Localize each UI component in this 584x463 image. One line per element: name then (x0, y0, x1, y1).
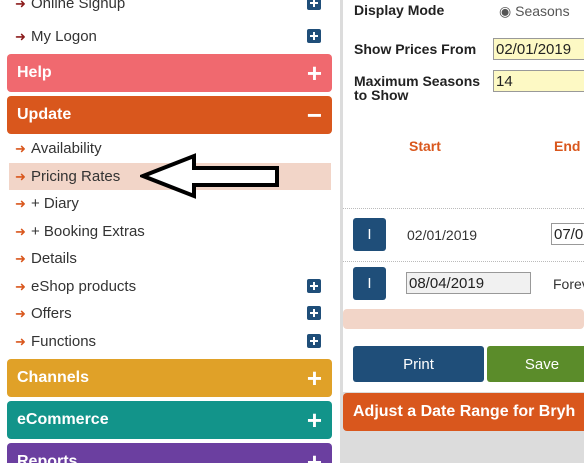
display-mode-label: Display Mode (354, 2, 445, 18)
sidebar-item-functions[interactable]: ➜ Functions (9, 328, 331, 355)
sidebar-item-label: My Logon (31, 28, 97, 45)
save-button[interactable]: Save (487, 346, 584, 382)
section-title: eCommerce (17, 411, 109, 428)
expand-plus-icon[interactable] (307, 0, 321, 10)
expand-plus-icon[interactable]: + (307, 401, 322, 439)
pricing-rates-panel: Display Mode ◉ Seasons Show Prices From … (343, 0, 584, 392)
row-end-date-input[interactable] (551, 223, 584, 245)
start-column-header: Start (409, 138, 441, 154)
sidebar-item-label: Online Signup (31, 0, 126, 12)
highlight-bar (343, 309, 584, 329)
annotation-arrow-icon (140, 153, 279, 199)
section-title: Help (17, 64, 52, 81)
row-divider (343, 208, 584, 209)
help-section-header[interactable]: Help + (7, 54, 332, 92)
sidebar-item-label: Offers (31, 305, 72, 322)
show-prices-from-label: Show Prices From (354, 41, 477, 57)
arrow-icon: ➜ (15, 250, 26, 266)
channels-section-header[interactable]: Channels + (7, 359, 332, 397)
reports-section-header[interactable]: Reports + (7, 443, 332, 463)
adjust-date-range-header[interactable]: Adjust a Date Range for Bryh (343, 393, 584, 431)
row-end-text: Forev (553, 276, 584, 292)
sidebar-item-my-logon[interactable]: ➜ My Logon (9, 23, 331, 50)
collapse-minus-icon[interactable]: − (307, 96, 322, 134)
sidebar-item-label: Functions (31, 333, 97, 350)
expand-plus-icon[interactable]: + (307, 359, 322, 397)
expand-plus-icon[interactable] (307, 334, 321, 348)
arrow-icon: ➜ (15, 195, 26, 211)
sidebar-item-eshop-products[interactable]: ➜ eShop products (9, 273, 331, 300)
section-title: Channels (17, 369, 90, 386)
sidebar-item-online-signup[interactable]: ➜ Online Signup (9, 0, 331, 17)
expand-plus-icon[interactable] (307, 306, 321, 320)
row-divider (343, 261, 584, 262)
info-button[interactable]: I (353, 218, 386, 251)
ecommerce-section-header[interactable]: eCommerce + (7, 401, 332, 439)
sidebar: ➜ Online Signup ➜ My Logon Help + Update… (0, 0, 340, 463)
sidebar-item-label: + Booking Extras (31, 223, 145, 240)
end-column-header: End (554, 138, 581, 154)
sidebar-item-details[interactable]: ➜ Details (9, 245, 331, 272)
expand-plus-icon[interactable] (307, 29, 321, 43)
update-section-header[interactable]: Update − (7, 96, 332, 134)
arrow-icon: ➜ (15, 278, 26, 294)
info-button[interactable]: I (353, 267, 386, 300)
arrow-icon: ➜ (15, 305, 26, 321)
row-start-date-input[interactable] (406, 272, 531, 294)
sidebar-item-booking-extras[interactable]: ➜ + Booking Extras (9, 218, 331, 245)
arrow-icon: ➜ (15, 28, 26, 44)
expand-plus-icon[interactable] (307, 279, 321, 293)
section-title: Reports (17, 453, 78, 463)
max-seasons-input[interactable] (493, 70, 584, 92)
arrow-icon: ➜ (15, 0, 26, 11)
sidebar-item-label: Details (31, 250, 77, 267)
print-button[interactable]: Print (353, 346, 484, 382)
display-mode-value[interactable]: ◉ Seasons (499, 3, 570, 20)
sidebar-item-label: eShop products (31, 278, 137, 295)
show-prices-from-input[interactable] (493, 38, 584, 60)
radio-icon: ◉ (499, 3, 516, 19)
arrow-icon: ➜ (15, 333, 26, 349)
expand-plus-icon[interactable]: + (307, 443, 322, 463)
row-start-date: 02/01/2019 (407, 227, 478, 243)
section-title: Update (17, 106, 72, 123)
sidebar-item-offers[interactable]: ➜ Offers (9, 300, 331, 327)
max-seasons-label: Maximum Seasons to Show (354, 73, 481, 103)
expand-plus-icon[interactable]: + (307, 54, 322, 92)
arrow-icon: ➜ (15, 223, 26, 239)
arrow-icon: ➜ (15, 168, 26, 184)
arrow-icon: ➜ (15, 140, 26, 156)
